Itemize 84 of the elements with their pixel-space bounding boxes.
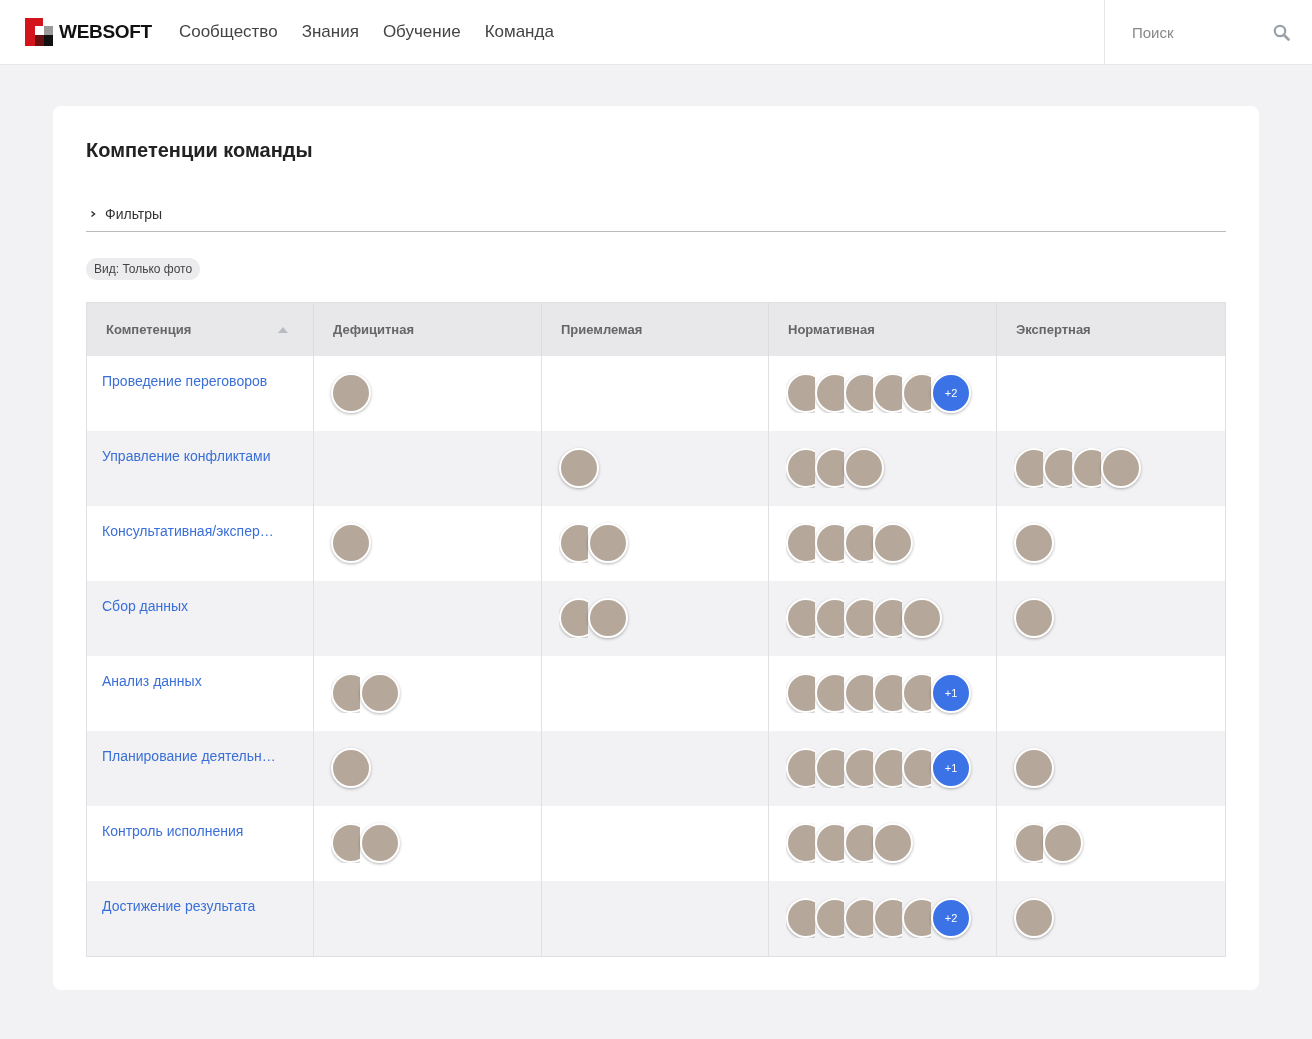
competency-link[interactable]: Контроль исполнения (102, 823, 244, 839)
avatar[interactable] (786, 448, 815, 488)
logo-text[interactable]: WEBSOFT (59, 21, 152, 43)
avatar[interactable] (331, 673, 360, 713)
competency-link[interactable]: Анализ данных (102, 673, 202, 689)
avatar[interactable] (1014, 448, 1043, 488)
avatar[interactable] (1101, 448, 1141, 488)
avatar[interactable] (873, 598, 902, 638)
avatar[interactable] (844, 748, 873, 788)
avatar[interactable] (815, 448, 844, 488)
avatar[interactable] (559, 598, 588, 638)
nav-link[interactable]: Сообщество (173, 18, 283, 46)
more-badge[interactable]: +1 (931, 748, 971, 788)
nav-link[interactable]: Команда (479, 18, 559, 46)
avatar[interactable] (1014, 823, 1043, 863)
sort-icon[interactable] (278, 326, 288, 333)
filters-toggle[interactable]: Фильтры (86, 206, 1226, 232)
avatar[interactable] (588, 598, 628, 638)
competency-link[interactable]: Проведение переговоров (102, 373, 268, 389)
view-chip[interactable]: Вид: Только фото (86, 258, 201, 280)
avatar[interactable] (873, 823, 913, 863)
avatar[interactable] (873, 898, 902, 938)
avatar[interactable] (873, 673, 902, 713)
competency-link[interactable]: Планирование деятельн… (102, 748, 276, 764)
avatar[interactable] (873, 373, 902, 413)
avatar[interactable] (786, 748, 815, 788)
avatar[interactable] (844, 448, 884, 488)
avatar[interactable] (786, 823, 815, 863)
avatar[interactable] (1043, 823, 1083, 863)
avatar[interactable] (1072, 448, 1101, 488)
avatar[interactable] (331, 823, 360, 863)
avatar[interactable] (786, 598, 815, 638)
page-title: Компетенции команды (86, 139, 314, 162)
competency-link[interactable]: Консультативная/экспер… (102, 523, 274, 539)
avatar[interactable] (844, 898, 873, 938)
avatar[interactable] (873, 748, 902, 788)
avatar[interactable] (815, 823, 844, 863)
avatar[interactable] (902, 748, 931, 788)
more-badge[interactable]: +2 (931, 898, 971, 938)
more-badge[interactable]: +1 (931, 673, 971, 713)
avatar[interactable] (902, 898, 931, 938)
search-icon[interactable] (1273, 23, 1290, 41)
avatar[interactable] (844, 373, 873, 413)
avatar[interactable] (844, 523, 873, 563)
avatar[interactable] (331, 523, 371, 563)
search-field[interactable]: Поиск (1130, 22, 1273, 42)
avatar[interactable] (1014, 898, 1054, 938)
avatar[interactable] (331, 748, 371, 788)
avatar[interactable] (1014, 523, 1054, 563)
avatar[interactable] (360, 823, 400, 863)
avatar[interactable] (844, 823, 873, 863)
nav-link[interactable]: Обучение (377, 18, 466, 46)
avatar[interactable] (844, 598, 873, 638)
avatar[interactable] (1043, 448, 1072, 488)
avatar[interactable] (588, 523, 628, 563)
column-header[interactable]: Экспертная (997, 303, 1225, 356)
avatar[interactable] (902, 673, 931, 713)
competency-link[interactable]: Управление конфликтами (102, 448, 271, 464)
avatar[interactable] (815, 898, 844, 938)
avatar[interactable] (786, 373, 815, 413)
avatar[interactable] (815, 598, 844, 638)
more-badge[interactable]: +2 (931, 373, 971, 413)
avatar[interactable] (815, 673, 844, 713)
avatar[interactable] (1014, 748, 1054, 788)
avatar[interactable] (1014, 598, 1054, 638)
avatar[interactable] (902, 598, 942, 638)
competency-link[interactable]: Сбор данных (102, 598, 189, 614)
chevron-icon (89, 210, 97, 218)
avatar[interactable] (815, 748, 844, 788)
avatar[interactable] (873, 523, 913, 563)
avatar[interactable] (331, 373, 371, 413)
avatar[interactable] (815, 373, 844, 413)
avatar[interactable] (786, 523, 815, 563)
avatar[interactable] (844, 673, 873, 713)
avatar[interactable] (786, 673, 815, 713)
avatar[interactable] (815, 523, 844, 563)
avatar[interactable] (902, 373, 931, 413)
logo-icon (25, 18, 53, 46)
competency-link[interactable]: Достижение результата (102, 898, 256, 914)
avatar[interactable] (559, 448, 599, 488)
nav-link[interactable]: Знания (296, 18, 364, 46)
avatar[interactable] (786, 898, 815, 938)
avatar[interactable] (360, 673, 400, 713)
avatar[interactable] (559, 523, 588, 563)
